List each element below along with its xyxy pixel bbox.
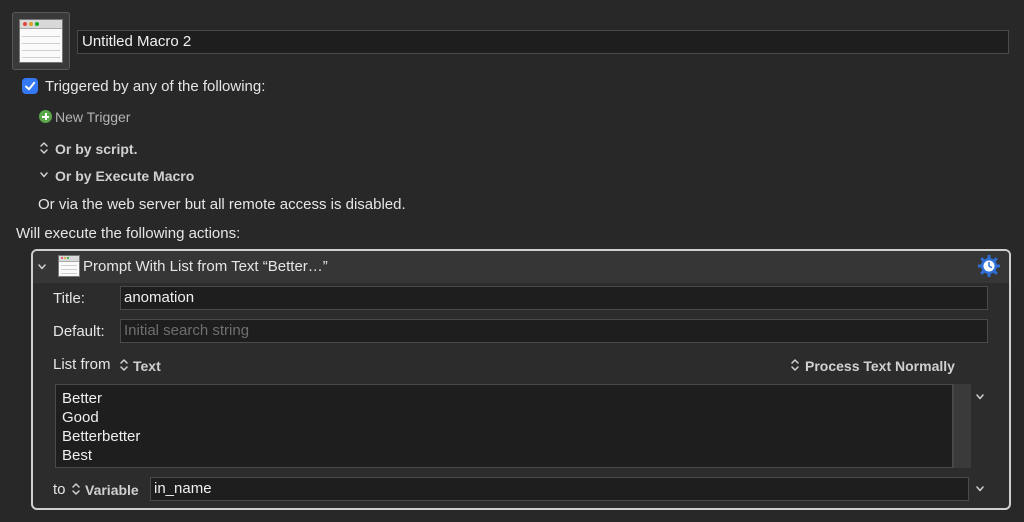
chevron-down-icon[interactable] — [39, 170, 49, 180]
default-label: Default: — [53, 323, 105, 340]
by-execute-macro-toggle[interactable]: Or by Execute Macro — [55, 167, 194, 185]
by-script-toggle[interactable]: Or by script. — [55, 140, 137, 158]
macro-editor: Untitled Macro 2 Triggered by any of the… — [0, 0, 1024, 522]
action-window-icon — [58, 255, 80, 277]
list-source-popup[interactable]: Text — [133, 357, 161, 375]
updown-chevron-icon[interactable] — [71, 482, 81, 496]
to-type-popup[interactable]: Variable — [85, 481, 139, 499]
action-title: Prompt With List from Text “Better…” — [83, 258, 328, 275]
macro-icon[interactable] — [12, 12, 70, 70]
gear-clock-icon[interactable] — [977, 254, 1001, 278]
action-prompt-with-list[interactable]: Prompt With List from Text “Better…” Tit… — [31, 249, 1011, 510]
plus-circle-icon[interactable] — [39, 110, 52, 123]
chevron-down-icon[interactable] — [975, 392, 985, 402]
updown-chevron-icon[interactable] — [790, 358, 800, 372]
to-label: to — [53, 481, 66, 498]
checkbox-icon — [25, 81, 36, 91]
chevron-down-icon[interactable] — [37, 262, 47, 272]
updown-chevron-icon[interactable] — [39, 141, 49, 155]
title-field[interactable]: anomation — [120, 286, 988, 310]
list-text-area[interactable]: Better Good Betterbetter Best — [55, 384, 953, 468]
macro-window-icon — [19, 19, 63, 63]
title-label: Title: — [53, 290, 85, 307]
macro-name-field[interactable]: Untitled Macro 2 — [77, 30, 1009, 54]
action-header: Prompt With List from Text “Better…” — [33, 251, 1009, 283]
actions-heading: Will execute the following actions: — [16, 225, 241, 242]
list-from-label: List from — [53, 356, 111, 373]
triggers-enabled-checkbox[interactable] — [22, 78, 38, 94]
default-field-placeholder: Initial search string — [124, 322, 250, 339]
chevron-down-icon[interactable] — [975, 484, 985, 494]
list-scrollbar[interactable] — [953, 384, 971, 468]
new-trigger-button[interactable]: New Trigger — [55, 108, 130, 126]
process-text-popup[interactable]: Process Text Normally — [805, 357, 955, 375]
updown-chevron-icon[interactable] — [119, 358, 129, 372]
web-server-note: Or via the web server but all remote acc… — [38, 196, 406, 213]
list-line: Better — [62, 390, 103, 407]
list-line: Betterbetter — [62, 428, 141, 445]
variable-name-field[interactable]: in_name — [150, 477, 969, 501]
list-line: Best — [62, 447, 93, 464]
default-field[interactable]: Initial search string — [120, 319, 988, 343]
triggers-heading: Triggered by any of the following: — [45, 78, 266, 95]
list-line: Good — [62, 409, 99, 426]
